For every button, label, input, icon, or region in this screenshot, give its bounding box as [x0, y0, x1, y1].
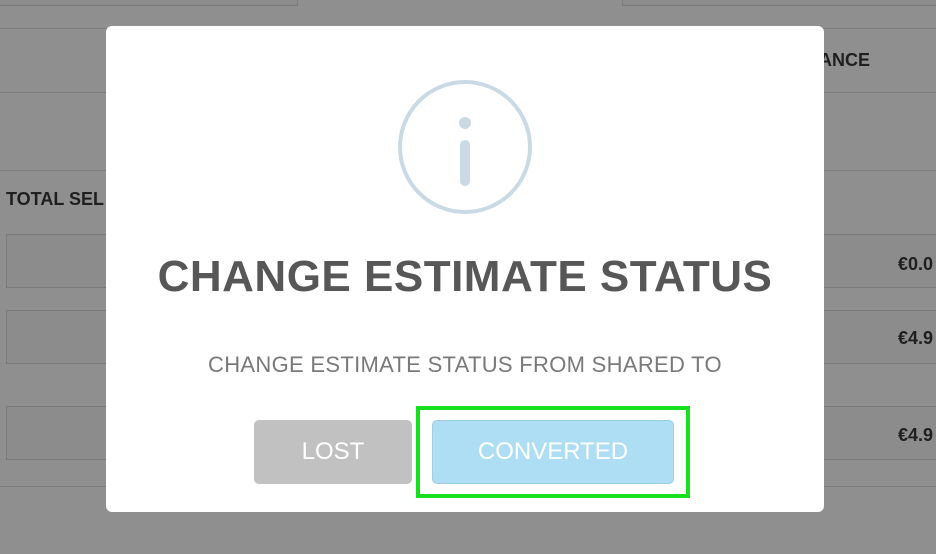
info-icon-bar [460, 140, 470, 186]
background-row-field [6, 406, 118, 460]
info-icon-dot [459, 117, 471, 129]
background-row-field [6, 234, 118, 288]
info-icon [398, 80, 532, 214]
background-total-label: TOTAL SEL [6, 189, 105, 209]
background-row-value: €4.9 [898, 328, 934, 348]
background-row-value: €4.9 [898, 425, 934, 445]
background-top-field-right [622, 0, 936, 6]
background-row-value: €0.0 [898, 254, 934, 274]
lost-button[interactable]: LOST [254, 420, 412, 484]
highlight-box [416, 406, 690, 498]
dialog-message: CHANGE ESTIMATE STATUS FROM SHARED TO [208, 352, 722, 377]
background-row-field [6, 310, 118, 364]
background-top-field-left [0, 0, 298, 6]
dialog-title: CHANGE ESTIMATE STATUS [157, 252, 773, 301]
